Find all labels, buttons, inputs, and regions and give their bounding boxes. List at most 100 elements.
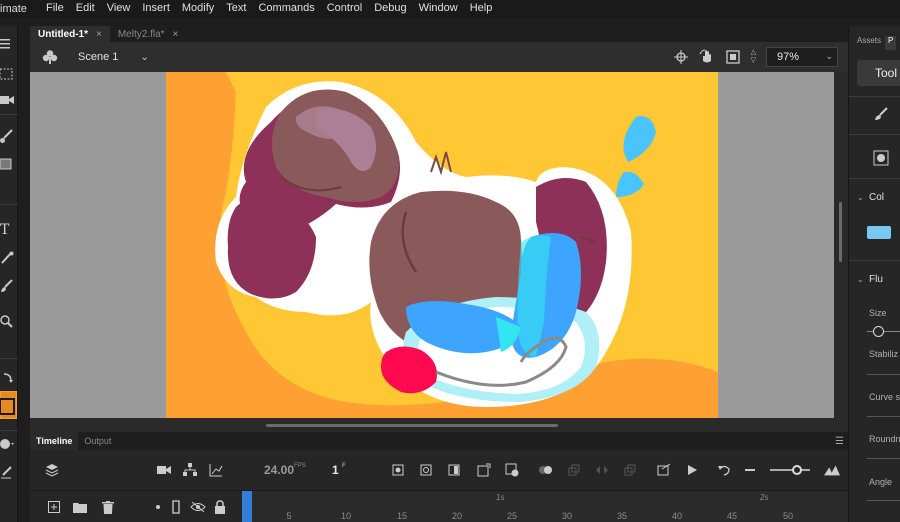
swap-frames-icon[interactable] <box>594 462 610 478</box>
menu-view[interactable]: View <box>101 0 137 18</box>
frame-tick-label: 45 <box>726 511 738 521</box>
text-tool-icon[interactable]: T <box>0 220 18 240</box>
insert-blank-keyframe-icon[interactable] <box>418 462 434 478</box>
graph-icon[interactable] <box>208 462 224 478</box>
brush-icon[interactable] <box>0 126 18 146</box>
play-icon[interactable] <box>684 462 700 478</box>
mountains-icon[interactable] <box>824 462 840 478</box>
menu-window[interactable]: Window <box>413 0 464 18</box>
tools-menu-icon[interactable] <box>0 34 18 54</box>
fill-color-swatch[interactable] <box>867 226 891 239</box>
menu-control[interactable]: Control <box>321 0 368 18</box>
curve-smoothing-label: Curve s <box>869 392 900 402</box>
menu-debug[interactable]: Debug <box>368 0 412 18</box>
folder-icon[interactable] <box>72 499 88 515</box>
menu-insert[interactable]: Insert <box>136 0 176 18</box>
timeline-zoom-slider[interactable] <box>770 465 810 475</box>
delete-icon[interactable] <box>100 499 116 515</box>
undo-icon[interactable] <box>716 462 732 478</box>
stage-horizontal-scrollbar[interactable] <box>30 418 848 432</box>
loop-icon[interactable] <box>656 462 672 478</box>
section-label: Col <box>869 192 885 203</box>
paint-brush-icon[interactable] <box>0 276 18 296</box>
stage-vertical-scrollbar[interactable] <box>834 72 848 418</box>
camera-icon[interactable] <box>0 90 18 110</box>
swap-colors-icon[interactable] <box>0 368 18 388</box>
zoom-input[interactable]: 97% ⌄ <box>766 47 838 67</box>
menu-file[interactable]: File <box>40 0 70 18</box>
zoom-stepper-icon[interactable]: △ ▽ <box>751 49 756 65</box>
app-name: imate <box>0 3 27 15</box>
frame-tick-label: 25 <box>506 511 518 521</box>
tab-assets[interactable]: Assets <box>849 36 881 50</box>
size-slider[interactable] <box>867 326 900 337</box>
color-section-header[interactable]: ⌄ Col <box>857 192 885 203</box>
visibility-off-icon[interactable] <box>190 499 206 515</box>
tab-output[interactable]: Output <box>78 432 117 450</box>
brush-icon[interactable] <box>873 106 889 122</box>
object-drawing-icon[interactable] <box>873 150 889 166</box>
close-icon[interactable]: × <box>96 29 102 40</box>
create-tween-icon[interactable] <box>476 462 492 478</box>
lock-icon[interactable] <box>212 499 228 515</box>
menu-bar: imate File Edit View Insert Modify Text … <box>0 0 900 18</box>
clip-stage-icon[interactable] <box>725 49 741 65</box>
frame-tick-label: 5 <box>286 511 292 521</box>
onion-skin-icon[interactable] <box>538 462 554 478</box>
stage-canvas[interactable] <box>166 72 718 418</box>
layer-parenting-icon[interactable] <box>182 462 198 478</box>
document-tabs: Untitled-1* × Melty2.fla* × <box>30 26 848 42</box>
size-label: Size <box>869 308 887 318</box>
insert-keyframe-icon[interactable] <box>390 462 406 478</box>
frame-link-icon[interactable] <box>622 462 638 478</box>
zoom-value: 97% <box>777 51 800 63</box>
pasteboard[interactable] <box>30 72 834 418</box>
frame-tick-label: 30 <box>561 511 573 521</box>
artwork-character[interactable] <box>166 72 718 418</box>
timeline-frames[interactable]: 1s 2s 5 10 15 20 25 30 35 40 45 50 <box>242 490 848 522</box>
frame-rate[interactable]: 24.00FPS <box>264 463 306 477</box>
properties-panel: Assets P Tool ⌄ Col ⌄ Flu Size Stabiliz … <box>848 26 900 522</box>
panel-menu-icon[interactable]: ☰ <box>835 436 844 447</box>
tween-options-icon[interactable] <box>504 462 520 478</box>
scene-clubs-icon[interactable] <box>42 49 58 65</box>
stroke-color-swatch[interactable] <box>0 391 17 419</box>
fluid-brush-section-header[interactable]: ⌄ Flu <box>857 274 883 285</box>
chevron-down-icon[interactable]: ⌄ <box>825 51 833 62</box>
doc-tab-untitled[interactable]: Untitled-1* × <box>30 26 110 42</box>
frame-tick-label: 10 <box>340 511 352 521</box>
tab-properties[interactable]: P <box>885 36 897 50</box>
angle-label: Angle <box>869 477 893 487</box>
frame-tick-label: 50 <box>782 511 794 521</box>
playhead[interactable] <box>242 491 252 522</box>
doc-tab-label: Untitled-1* <box>38 28 88 40</box>
center-stage-icon[interactable] <box>673 49 689 65</box>
edit-multiple-frames-icon[interactable] <box>566 462 582 478</box>
menu-help[interactable]: Help <box>464 0 499 18</box>
right-panel-tabs: Assets P <box>849 36 900 50</box>
zoom-icon[interactable] <box>0 312 18 332</box>
tab-timeline[interactable]: Timeline <box>30 432 79 450</box>
tool-tab-button[interactable]: Tool <box>857 60 900 86</box>
scene-label[interactable]: Scene 1 <box>78 51 118 63</box>
close-icon[interactable]: × <box>173 29 179 40</box>
rotate-stage-icon[interactable] <box>699 49 715 65</box>
fill-color-icon[interactable] <box>0 434 18 454</box>
current-frame[interactable]: 1 F <box>332 463 346 477</box>
insert-frame-icon[interactable] <box>446 462 462 478</box>
outline-icon[interactable] <box>168 499 184 515</box>
menu-modify[interactable]: Modify <box>176 0 220 18</box>
menu-edit[interactable]: Edit <box>70 0 101 18</box>
rectangle-icon[interactable] <box>0 154 18 174</box>
chevron-down-icon[interactable]: ⌄ <box>140 52 148 63</box>
eyedropper-icon[interactable] <box>0 248 18 268</box>
zoom-out-icon[interactable] <box>742 462 758 478</box>
doc-tab-melty2[interactable]: Melty2.fla* × <box>110 26 187 42</box>
layers-icon[interactable] <box>44 462 60 478</box>
menu-commands[interactable]: Commands <box>252 0 320 18</box>
camera-icon[interactable] <box>156 462 172 478</box>
add-layer-icon[interactable] <box>46 499 62 515</box>
free-transform-icon[interactable] <box>0 64 18 84</box>
menu-text[interactable]: Text <box>220 0 252 18</box>
edit-toolbar-icon[interactable] <box>0 462 18 482</box>
